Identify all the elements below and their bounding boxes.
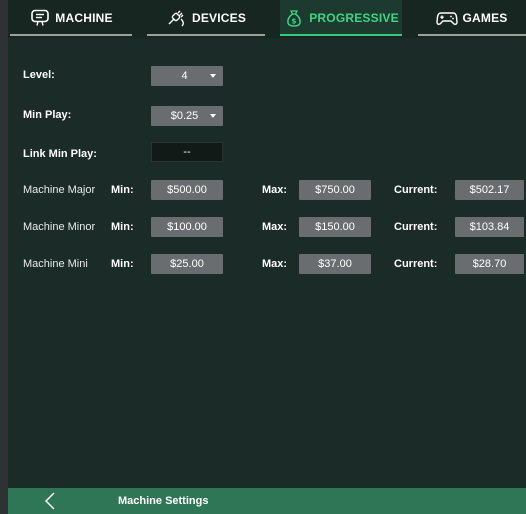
left-edge	[0, 0, 8, 514]
tab-progressive[interactable]: $ PROGRESSIVE	[280, 0, 402, 36]
current-label: Current:	[394, 258, 438, 270]
tab-games-label: GAMES	[462, 11, 508, 25]
max-label: Max:	[262, 221, 288, 233]
level-select[interactable]: 4	[151, 66, 223, 86]
tab-devices-label: DEVICES	[191, 11, 247, 25]
devices-icon	[166, 8, 188, 28]
current-label: Current:	[394, 184, 438, 196]
tab-machine-label: MACHINE	[55, 11, 113, 25]
tab-devices[interactable]: DEVICES	[147, 0, 265, 36]
min-field[interactable]: $100.00	[151, 217, 223, 237]
link-min-play-label: Link Min Play:	[23, 148, 97, 160]
max-label: Max:	[262, 258, 288, 270]
max-field[interactable]: $37.00	[299, 254, 371, 274]
progressive-settings-panel: Level: 4 Min Play: $0.25 Link Min Play: …	[8, 38, 526, 488]
min-label: Min:	[111, 258, 134, 270]
level-value: 4	[181, 70, 188, 82]
tab-underline	[147, 34, 265, 36]
tab-underline	[280, 34, 402, 36]
min-label: Min:	[111, 221, 134, 233]
footer-bar: Machine Settings	[8, 488, 526, 514]
chevron-down-icon	[210, 74, 216, 78]
chevron-down-icon	[210, 114, 216, 118]
progressive-name: Machine Minor	[23, 221, 96, 233]
tab-progressive-label: PROGRESSIVE	[309, 11, 399, 25]
tab-bar: MACHINE DEVICES $ PROGRESSIVE GAMES	[8, 0, 526, 38]
machine-icon	[29, 8, 51, 28]
tab-underline	[418, 34, 526, 36]
min-play-value: $0.25	[170, 110, 199, 122]
min-field[interactable]: $500.00	[151, 180, 223, 200]
progressive-name: Machine Mini	[23, 258, 88, 270]
current-label: Current:	[394, 221, 438, 233]
footer-title: Machine Settings	[118, 495, 209, 507]
link-min-play-field: --	[151, 142, 223, 162]
current-field: $28.70	[455, 254, 524, 274]
chevron-left-icon	[44, 492, 55, 510]
min-play-select[interactable]: $0.25	[151, 106, 223, 126]
tab-games[interactable]: GAMES	[418, 0, 526, 36]
min-field[interactable]: $25.00	[151, 254, 223, 274]
max-label: Max:	[262, 184, 288, 196]
min-play-label: Min Play:	[23, 109, 72, 121]
money-bag-icon: $	[283, 8, 305, 28]
current-field: $103.84	[455, 217, 524, 237]
min-label: Min:	[111, 184, 134, 196]
gamepad-icon	[436, 8, 459, 28]
svg-text:$: $	[292, 18, 297, 26]
tab-machine[interactable]: MACHINE	[10, 0, 132, 36]
back-button[interactable]	[38, 490, 62, 512]
progressive-name: Machine Major	[23, 184, 96, 196]
max-field[interactable]: $750.00	[299, 180, 371, 200]
max-field[interactable]: $150.00	[299, 217, 371, 237]
tab-underline	[10, 34, 132, 36]
level-label: Level:	[23, 69, 55, 81]
current-field: $502.17	[455, 180, 524, 200]
